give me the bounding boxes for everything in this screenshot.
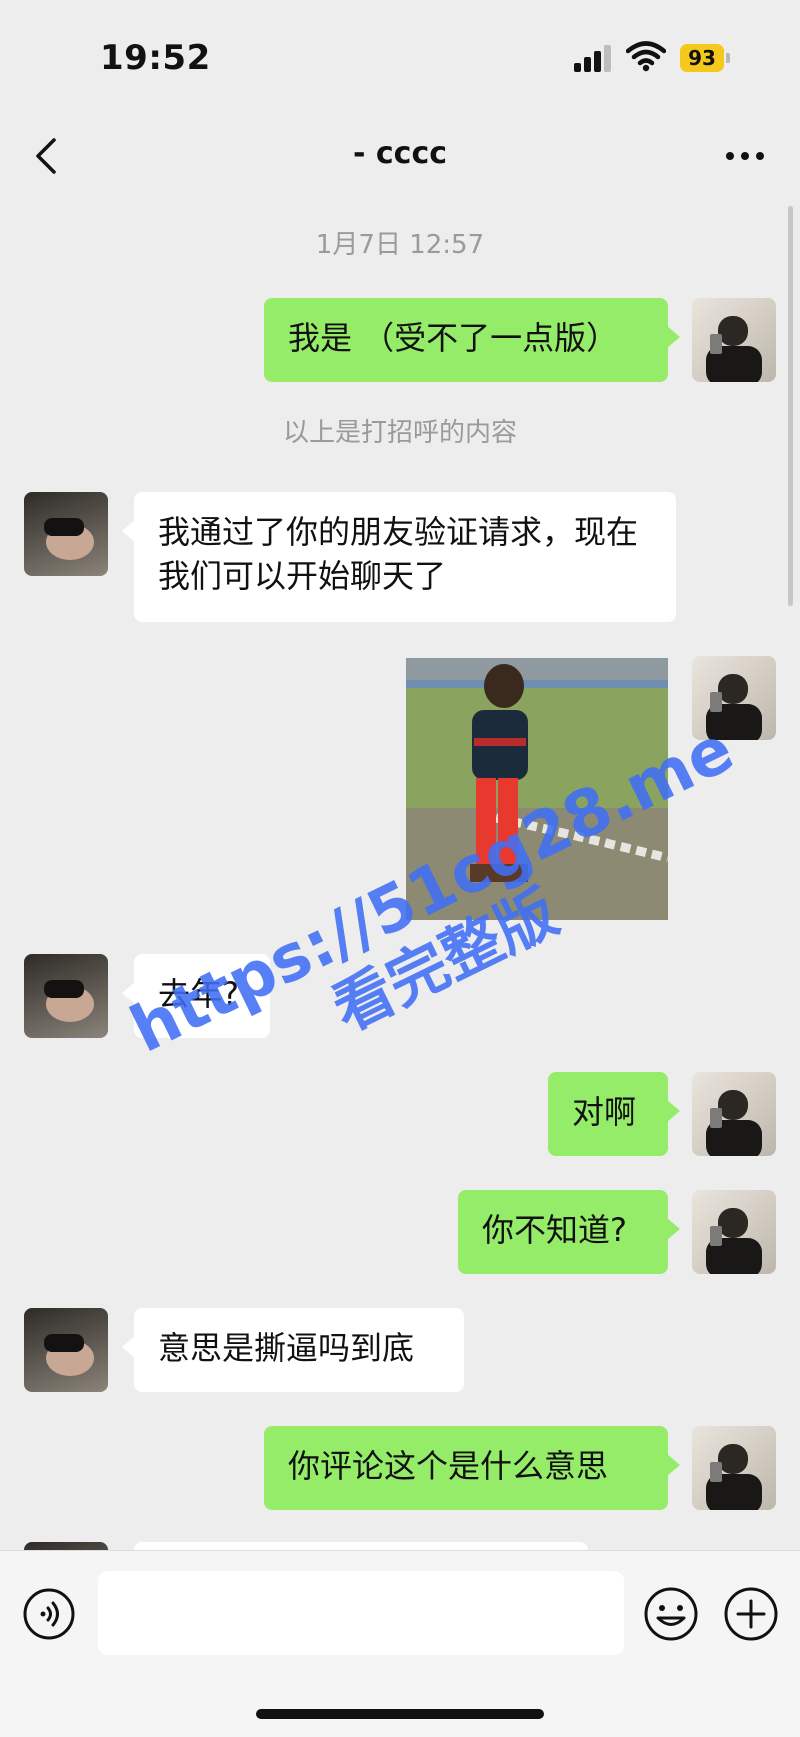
home-indicator[interactable] [256,1709,544,1719]
avatar-self[interactable] [692,298,776,382]
plus-icon[interactable] [722,1585,780,1643]
chat-title: - cccc [352,136,448,171]
incoming-message-partial[interactable] [134,1542,588,1550]
incoming-message[interactable]: 意思是撕逼吗到底 [122,1308,464,1392]
battery-level: 93 [680,44,724,72]
emoji-icon[interactable] [642,1585,700,1643]
avatar-friend[interactable] [24,954,108,1038]
outgoing-message[interactable]: 对啊 [548,1072,680,1156]
message-timestamp: 1月7日 12:57 [315,230,485,260]
avatar-friend[interactable] [24,1308,108,1392]
greeting-notice: 以上是打招呼的内容 [282,418,517,448]
avatar-self[interactable] [692,1190,776,1274]
avatar-friend[interactable] [24,1542,108,1550]
wifi-icon [625,40,667,72]
outgoing-message[interactable]: 你评论这个是什么意思 [264,1426,680,1510]
chat-header: - cccc [0,110,800,202]
avatar-friend[interactable] [24,492,108,576]
scrollbar[interactable] [788,206,793,606]
avatar-self[interactable] [692,1072,776,1156]
incoming-message[interactable]: 去年? [122,954,270,1038]
more-dots-icon[interactable] [722,136,768,176]
outgoing-message[interactable]: 我是 （受不了一点版） [264,298,680,382]
battery-icon: 93 [680,44,730,72]
voice-icon[interactable] [22,1587,76,1641]
outgoing-message[interactable]: 你不知道? [458,1190,680,1274]
message-list[interactable]: 1月7日 12:57 我是 （受不了一点版） 以上是打招呼的内容 我通过了你的朋… [0,202,800,1550]
cellular-signal-icon [574,44,614,72]
incoming-message[interactable]: 我通过了你的朋友验证请求，现在我们可以开始聊天了 [122,492,676,622]
status-bar: 19:52 93 [0,0,800,110]
avatar-self[interactable] [692,656,776,740]
avatar-self[interactable] [692,1426,776,1510]
image-message[interactable] [406,658,668,920]
input-bar [0,1550,800,1737]
status-time: 19:52 [100,38,211,78]
message-input[interactable] [98,1571,624,1655]
